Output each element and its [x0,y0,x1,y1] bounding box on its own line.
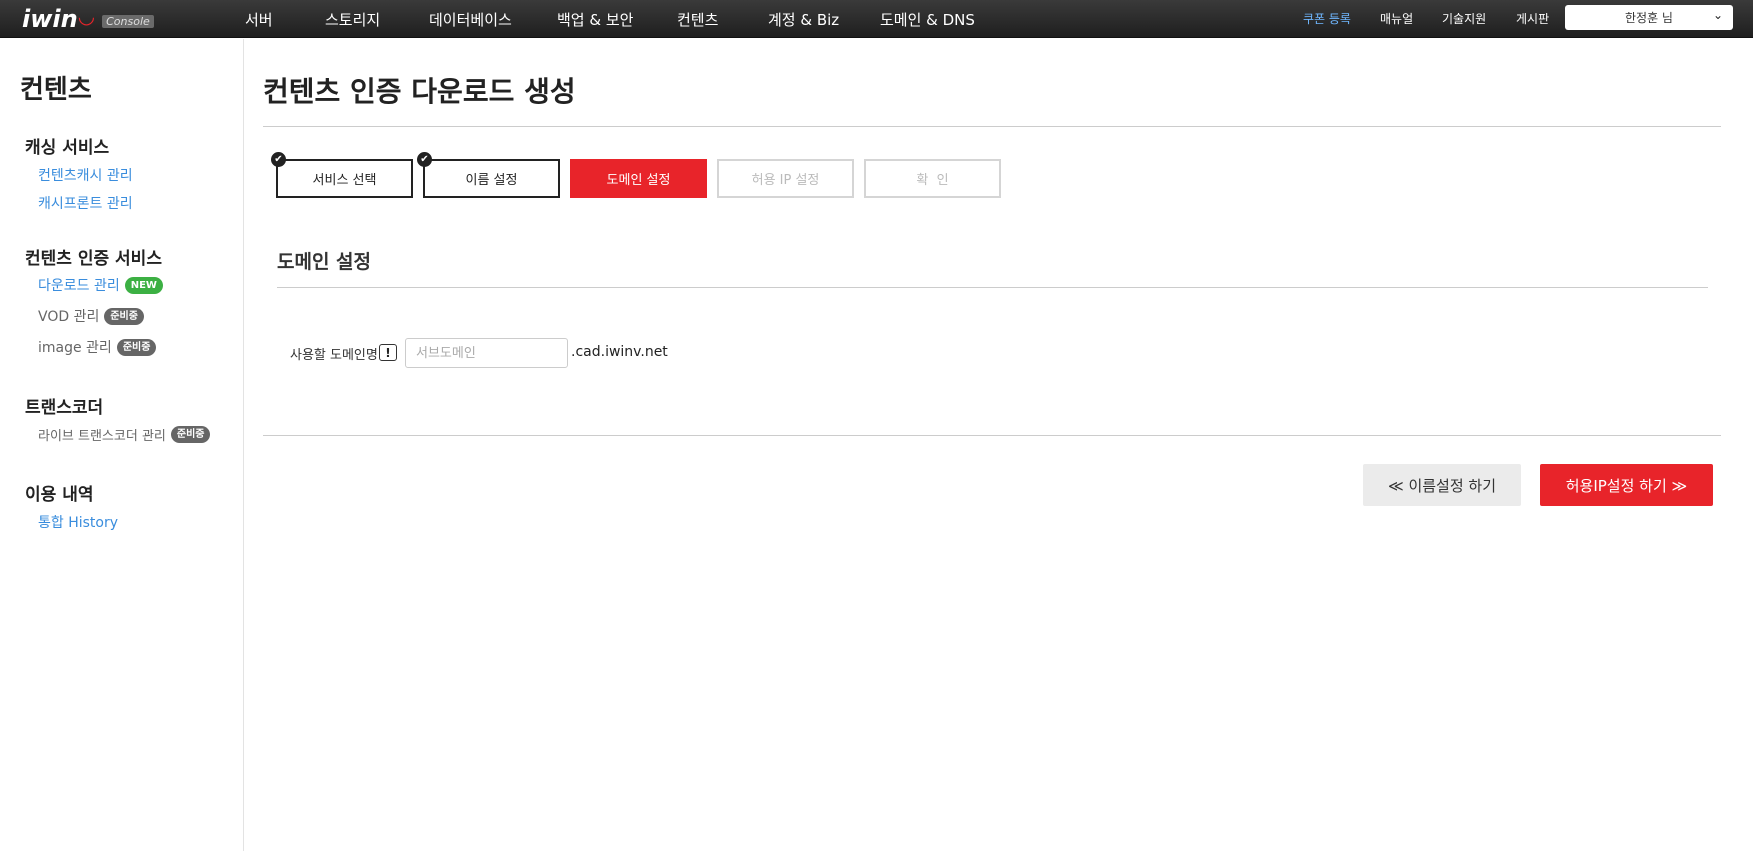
step-label: 확 인 [916,173,949,188]
next-allowed-ip-button[interactable]: 허용IP설정 하기 ≫ [1540,464,1713,506]
step-service-select[interactable]: 서비스 선택 [276,159,413,198]
nav-item-contents[interactable]: 컨텐츠 [677,9,718,30]
page-title: 컨텐츠 인증 다운로드 생성 [263,75,576,108]
sidebar-item-label: VOD 관리 [38,309,100,325]
sidebar-group-caching: 캐싱 서비스 [25,138,110,158]
logo-console-badge: Console [102,14,154,28]
top-navigation-bar: iwin ◡ Console 서버 스토리지 데이터베이스 백업 & 보안 컨텐… [0,0,1753,38]
domain-field-label: 사용할 도메인명 [290,348,378,363]
step-domain-setting[interactable]: 도메인 설정 [570,159,707,198]
sidebar-item-content-cache[interactable]: 컨텐츠캐시 관리 [38,165,133,185]
section-title: 도메인 설정 [277,251,372,273]
chevron-down-icon: ⌄ [1712,8,1723,22]
sidebar-group-transcoder: 트랜스코더 [25,398,104,418]
title-divider [263,126,1721,127]
user-menu-dropdown[interactable]: 한정훈 님 ⌄ [1565,5,1733,30]
board-link[interactable]: 게시판 [1516,10,1549,27]
step-name-setting[interactable]: 이름 설정 [423,159,560,198]
nav-item-server[interactable]: 서버 [245,9,273,30]
step-label: 이름 설정 [465,173,518,188]
check-icon: ✔ [417,152,432,167]
sidebar-item-label: image 관리 [38,340,112,356]
nav-item-domain-dns[interactable]: 도메인 & DNS [880,9,975,30]
step-label: 도메인 설정 [606,173,671,188]
info-exclamation-icon[interactable]: ! [379,344,397,361]
section-divider [277,287,1708,288]
sidebar-item-history[interactable]: 통합 History [38,512,118,532]
sidebar-item-cachefront[interactable]: 캐시프론트 관리 [38,193,133,213]
domain-suffix: .cad.iwinv.net [571,344,668,360]
preparing-badge: 준비중 [116,338,157,356]
sidebar-item-download[interactable]: 다운로드 관리 NEW [38,275,163,295]
sidebar-item-label: 통합 History [38,515,119,531]
sidebar-item-image[interactable]: image 관리 준비중 [38,337,157,357]
bottom-divider [263,435,1721,436]
sidebar-item-label: 컨텐츠캐시 관리 [38,168,133,184]
sidebar-item-label: 다운로드 관리 [38,278,120,294]
step-allowed-ip[interactable]: 허용 IP 설정 [717,159,854,198]
sidebar-group-usage: 이용 내역 [25,485,94,505]
logo-smile-icon: ◡ [78,4,95,28]
manual-link[interactable]: 매뉴얼 [1380,10,1413,27]
preparing-badge: 준비중 [170,426,211,443]
prev-name-setting-button[interactable]: ≪ 이름설정 하기 [1363,464,1521,506]
coupon-link[interactable]: 쿠폰 등록 [1303,10,1351,27]
user-name: 한정훈 님 [1625,11,1673,25]
sidebar-item-live-transcoder[interactable]: 라이브 트랜스코더 관리 준비중 [38,425,211,444]
logo-text: iwin [22,5,78,33]
subdomain-input[interactable] [405,338,568,368]
iwin-console-logo[interactable]: iwin ◡ Console [22,4,154,34]
nav-item-storage[interactable]: 스토리지 [325,9,380,30]
support-link[interactable]: 기술지원 [1442,10,1486,27]
nav-item-database[interactable]: 데이터베이스 [429,9,512,30]
sidebar: 컨텐츠 캐싱 서비스 컨텐츠캐시 관리 캐시프론트 관리 컨텐츠 인증 서비스 … [0,39,244,851]
nav-item-backup-security[interactable]: 백업 & 보안 [557,9,633,30]
check-icon: ✔ [271,152,286,167]
step-confirm[interactable]: 확 인 [864,159,1001,198]
preparing-badge: 준비중 [104,307,144,325]
sidebar-item-label: 캐시프론트 관리 [38,196,133,212]
sidebar-item-vod[interactable]: VOD 관리 준비중 [38,306,144,326]
step-label: 허용 IP 설정 [751,173,820,188]
step-label: 서비스 선택 [312,173,377,188]
sidebar-item-label: 라이브 트랜스코더 관리 [38,429,166,444]
sidebar-group-content-auth: 컨텐츠 인증 서비스 [25,249,162,269]
nav-item-account-biz[interactable]: 계정 & Biz [768,9,839,30]
new-badge: NEW [124,276,163,294]
sidebar-title: 컨텐츠 [20,75,92,105]
